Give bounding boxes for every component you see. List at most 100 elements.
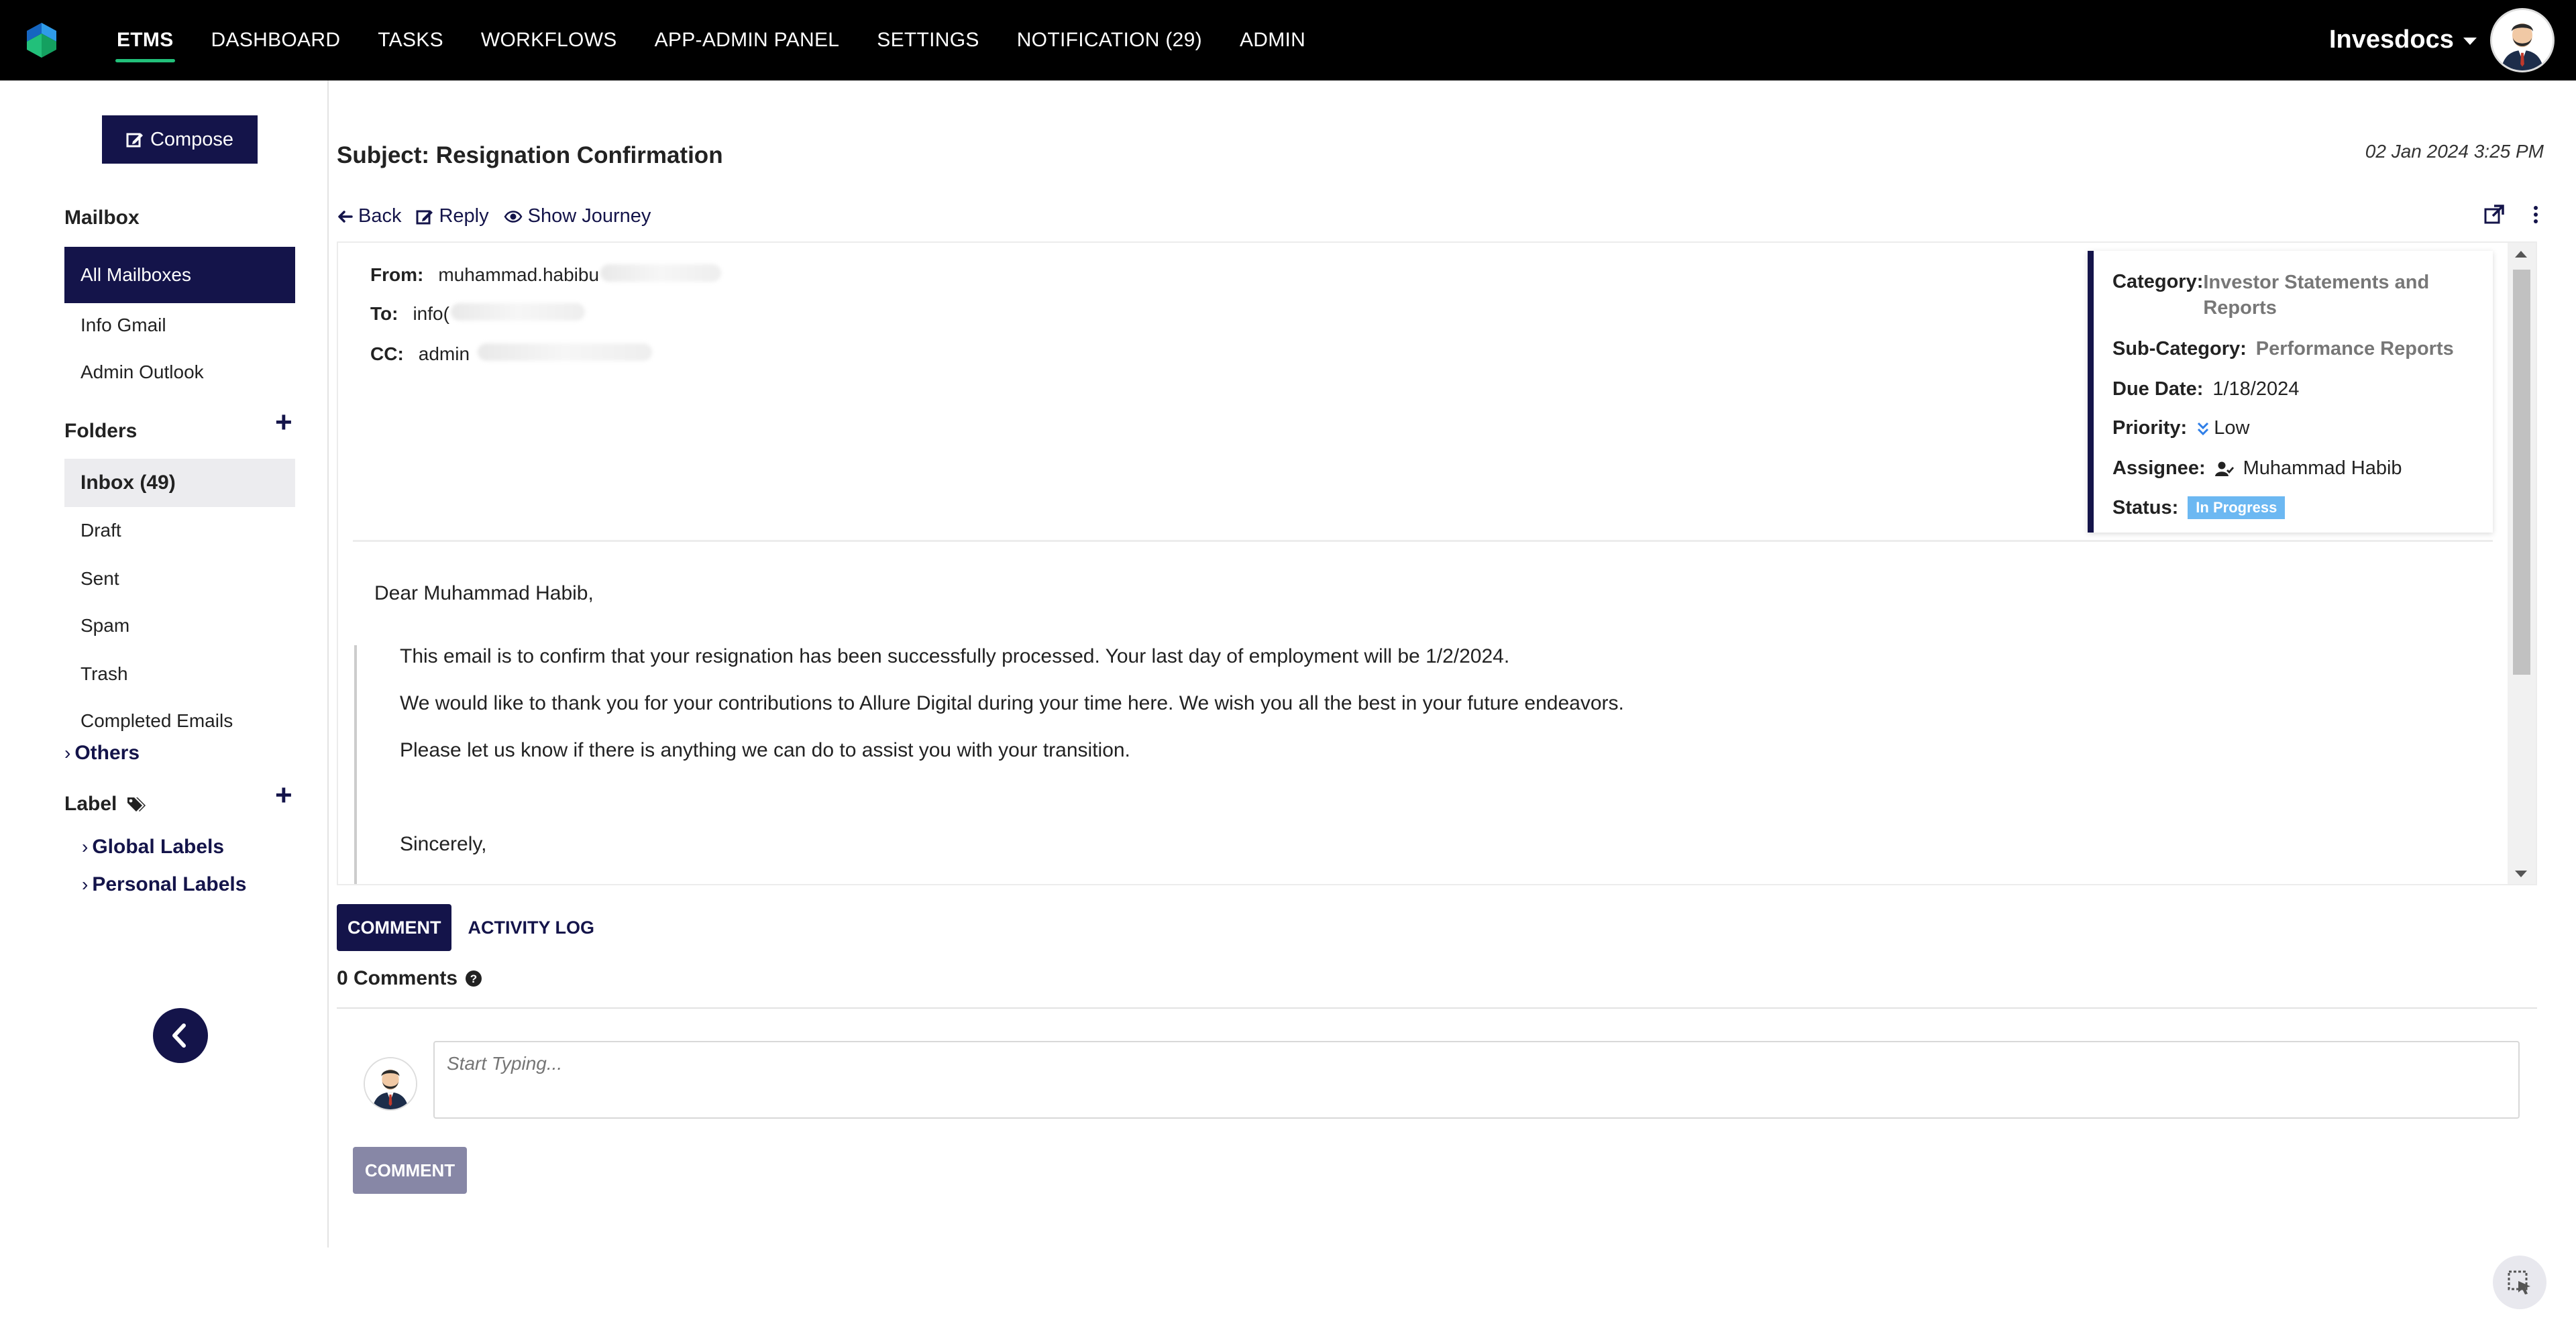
mailbox-info-gmail[interactable]: Info Gmail [64,300,295,350]
double-chevron-down-icon [2198,422,2209,435]
edit-icon [416,210,433,224]
comment-input[interactable] [433,1041,2520,1119]
from-row: From: muhammad.habibu [370,264,722,286]
priority-label: Priority: [2112,417,2188,439]
scroll-down-arrow-icon[interactable] [2515,871,2527,877]
back-label: Back [358,205,402,227]
floating-action-button[interactable] [2493,1256,2546,1309]
due-date-value: 1/18/2024 [2212,378,2300,400]
global-labels[interactable]: › Global Labels [82,836,224,858]
to-row: To: info( [370,303,585,325]
cc-value: admin [418,343,470,364]
user-check-icon [2214,461,2234,476]
main-nav: ETMS DASHBOARD TASKS WORKFLOWS APP-ADMIN… [115,0,1307,80]
edit-icon [126,133,143,148]
body-line: This email is to confirm that your resig… [400,645,1510,667]
commenter-avatar [364,1057,417,1111]
nav-app-admin-panel[interactable]: APP-ADMIN PANEL [653,23,841,57]
email-greeting: Dear Muhammad Habib, [374,582,594,604]
folder-trash[interactable]: Trash [64,649,295,699]
nav-workflows[interactable]: WORKFLOWS [480,23,619,57]
top-navbar: ETMS DASHBOARD TASKS WORKFLOWS APP-ADMIN… [0,0,2576,80]
reply-label: Reply [439,205,489,227]
cc-row: CC: admin [370,343,653,365]
nav-etms[interactable]: ETMS [115,23,175,62]
more-vertical-icon[interactable] [2532,204,2540,225]
arrow-left-icon [338,210,353,223]
subcategory-row: Sub-Category: Performance Reports [2112,338,2454,360]
question-circle-icon[interactable]: ? [464,969,483,988]
avatar-icon [2492,10,2553,70]
assignee-label: Assignee: [2112,457,2206,479]
collapse-sidebar-button[interactable] [153,1008,208,1063]
body-line: We would like to thank you for your cont… [400,692,1624,714]
email-actions: Back Reply Show Journey [337,205,651,227]
eye-icon [504,210,523,223]
nav-settings[interactable]: SETTINGS [875,23,980,57]
app-logo-icon[interactable] [25,21,58,59]
mailbox-all[interactable]: All Mailboxes [64,247,295,303]
folder-sent[interactable]: Sent [64,554,295,604]
nav-tasks[interactable]: TASKS [376,23,445,57]
personal-labels[interactable]: › Personal Labels [82,873,246,896]
folders-heading: Folders [64,420,138,442]
personal-labels-label: Personal Labels [92,873,247,895]
folder-completed-emails[interactable]: Completed Emails [64,696,295,746]
category-value-line2: Reports [2203,297,2277,319]
nav-notification[interactable]: NOTIFICATION (29) [1016,23,1203,57]
comments-count: 0 Comments [337,967,458,989]
submit-comment-button[interactable]: COMMENT [353,1147,467,1194]
cc-label: CC: [370,343,404,364]
divider [353,540,2493,542]
cursor-select-icon [2508,1270,2530,1294]
email-body-quote: This email is to confirm that your resig… [354,645,2501,884]
category-value-line1: Investor Statements and [2203,272,2430,293]
nav-dashboard[interactable]: DASHBOARD [210,23,342,57]
redacted-blur [600,264,722,282]
user-avatar[interactable] [2490,8,2555,72]
chevron-left-icon [172,1023,186,1048]
status-badge: In Progress [2188,496,2286,519]
tags-icon [127,797,146,812]
nav-admin[interactable]: ADMIN [1238,23,1307,57]
folder-others[interactable]: › Others [64,742,140,765]
sidebar: Compose Mailbox All Mailboxes Info Gmail… [0,80,329,1247]
scroll-up-arrow-icon[interactable] [2515,251,2527,258]
due-date-label: Due Date: [2112,378,2204,400]
from-value: muhammad.habibu [438,264,600,285]
external-link-icon[interactable] [2483,204,2505,225]
ticket-details-card: Category: Investor Statements and Report… [2088,251,2493,533]
scrollbar-thumb[interactable] [2513,270,2530,675]
add-label-icon[interactable]: + [275,781,292,810]
tab-activity-log[interactable]: ACTIVITY LOG [457,904,605,951]
folder-inbox[interactable]: Inbox (49) [64,459,295,507]
show-journey-label: Show Journey [527,205,651,227]
from-label: From: [370,264,424,285]
back-button[interactable]: Back [337,205,401,227]
others-label: Others [74,742,140,764]
divider [337,1007,2537,1009]
compose-button[interactable]: Compose [102,115,258,164]
body-line: Please let us know if there is anything … [400,739,1130,761]
email-subject: Subject: Resignation Confirmation [337,142,723,168]
mailbox-heading: Mailbox [64,207,140,229]
label-heading-row: Label [64,793,146,816]
reply-button[interactable]: Reply [416,205,489,227]
label-heading: Label [64,793,117,815]
priority-value: Low [2214,417,2250,439]
assignee-row: Assignee: Muhammad Habib [2112,457,2402,480]
brand-dropdown[interactable]: Invesdocs [2329,25,2454,54]
category-row: Category: Investor Statements and Report… [2112,271,2429,321]
email-tools [2483,204,2540,225]
tab-comment[interactable]: COMMENT [337,904,452,951]
mailbox-admin-outlook[interactable]: Admin Outlook [64,347,295,397]
redacted-blur [478,343,653,361]
scrollbar[interactable] [2508,243,2536,884]
show-journey-button[interactable]: Show Journey [504,205,651,227]
folder-draft[interactable]: Draft [64,506,295,555]
assignee-value: Muhammad Habib [2243,457,2402,479]
caret-down-icon[interactable] [2463,38,2477,45]
folder-spam[interactable]: Spam [64,601,295,651]
add-folder-icon[interactable]: + [275,408,292,437]
redacted-blur [450,303,585,321]
